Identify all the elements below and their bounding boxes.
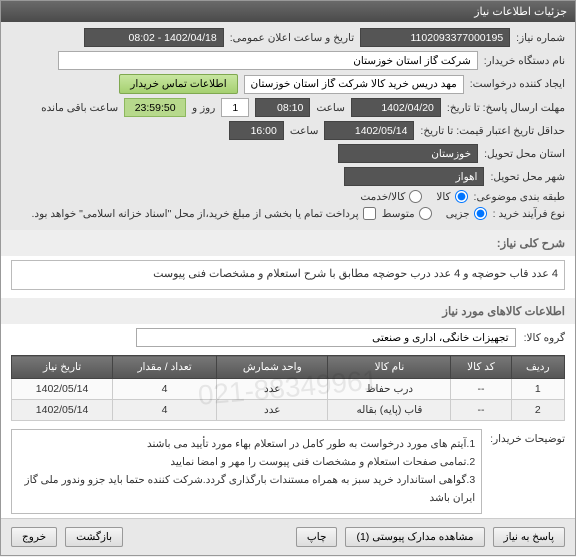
th-row: ردیف bbox=[511, 356, 564, 379]
day-label: روز و bbox=[192, 102, 215, 114]
deadline-date-field bbox=[351, 98, 441, 117]
group-field bbox=[136, 328, 516, 347]
back-button[interactable]: بازگشت bbox=[65, 527, 123, 547]
window-title: جزئیات اطلاعات نیاز bbox=[474, 5, 567, 18]
proc-radio-group: جزیی متوسط bbox=[382, 207, 487, 220]
time-label-1: ساعت bbox=[316, 102, 345, 114]
remain-label: ساعت باقی مانده bbox=[41, 102, 118, 114]
cat-service-radio[interactable]: کالا/خدمت bbox=[360, 190, 422, 203]
creator-label: ایجاد کننده درخواست: bbox=[470, 78, 565, 90]
th-name: نام کالا bbox=[328, 356, 451, 379]
proc-part-radio[interactable]: جزیی bbox=[446, 207, 487, 220]
province-field bbox=[338, 144, 478, 163]
table-row[interactable]: 1 -- درب حفاظ عدد 4 1402/05/14 bbox=[12, 379, 565, 400]
need-no-label: شماره نیاز: bbox=[516, 32, 565, 44]
announce-field bbox=[84, 28, 224, 47]
deadline-time-field bbox=[255, 98, 310, 117]
org-field bbox=[58, 51, 478, 70]
buyer-desc-box: 1.آیتم های مورد درخواست به طور کامل در ا… bbox=[11, 429, 482, 514]
th-date: تاریخ نیاز bbox=[12, 356, 113, 379]
cat-goods-input[interactable] bbox=[455, 190, 468, 203]
th-unit: واحد شمارش bbox=[217, 356, 328, 379]
reply-button[interactable]: پاسخ به نیاز bbox=[493, 527, 565, 547]
payment-check[interactable]: پرداخت تمام یا بخشی از مبلغ خرید،از محل … bbox=[32, 207, 376, 220]
cat-radio-group: کالا کالا/خدمت bbox=[360, 190, 467, 203]
city-label: شهر محل تحویل: bbox=[490, 171, 565, 183]
th-qty: تعداد / مقدار bbox=[113, 356, 217, 379]
org-label: نام دستگاه خریدار: bbox=[484, 55, 565, 67]
items-table: ردیف کد کالا نام کالا واحد شمارش تعداد /… bbox=[11, 355, 565, 421]
valid-label: حداقل تاریخ اعتبار قیمت: تا تاریخ: bbox=[420, 125, 565, 137]
province-label: استان محل تحویل: bbox=[484, 148, 565, 160]
creator-field bbox=[244, 75, 464, 94]
valid-time-field bbox=[229, 121, 284, 140]
contact-button[interactable]: اطلاعات تماس خریدار bbox=[119, 74, 237, 94]
table-row[interactable]: 2 -- قاب (پایه) بقاله عدد 4 1402/05/14 bbox=[12, 400, 565, 421]
proc-mid-input[interactable] bbox=[419, 207, 432, 220]
buyer-desc-label: توضیحات خریدار: bbox=[490, 429, 565, 445]
days-field bbox=[221, 98, 249, 117]
group-label: گروه کالا: bbox=[524, 332, 565, 344]
proc-mid-radio[interactable]: متوسط bbox=[382, 207, 432, 220]
print-button[interactable]: چاپ bbox=[296, 527, 338, 547]
city-field bbox=[344, 167, 484, 186]
proc-part-input[interactable] bbox=[474, 207, 487, 220]
desc-box: 4 عدد قاب حوضچه و 4 عدد درب حوضچه مطابق … bbox=[11, 260, 565, 290]
deadline-label: مهلت ارسال پاسخ: تا تاریخ: bbox=[447, 102, 565, 114]
payment-checkbox-input[interactable] bbox=[363, 207, 376, 220]
attachments-button[interactable]: مشاهده مدارک پیوستی (1) bbox=[345, 527, 484, 547]
exit-button[interactable]: خروج bbox=[11, 527, 57, 547]
valid-date-field bbox=[324, 121, 414, 140]
announce-label: تاریخ و ساعت اعلان عمومی: bbox=[230, 32, 354, 44]
proc-label: نوع فرآیند خرید : bbox=[493, 208, 565, 220]
cat-service-input[interactable] bbox=[409, 190, 422, 203]
need-no-field bbox=[360, 28, 510, 47]
th-code: کد کالا bbox=[451, 356, 511, 379]
cat-goods-radio[interactable]: کالا bbox=[436, 190, 467, 203]
remain-field bbox=[124, 98, 186, 117]
desc-title: شرح کلی نیاز: bbox=[1, 230, 575, 256]
cat-label: طبقه بندی موضوعی: bbox=[474, 191, 565, 203]
titlebar: جزئیات اطلاعات نیاز bbox=[1, 1, 575, 22]
time-label-2: ساعت bbox=[290, 125, 319, 137]
items-section-title: اطلاعات کالاهای مورد نیاز bbox=[1, 298, 575, 324]
